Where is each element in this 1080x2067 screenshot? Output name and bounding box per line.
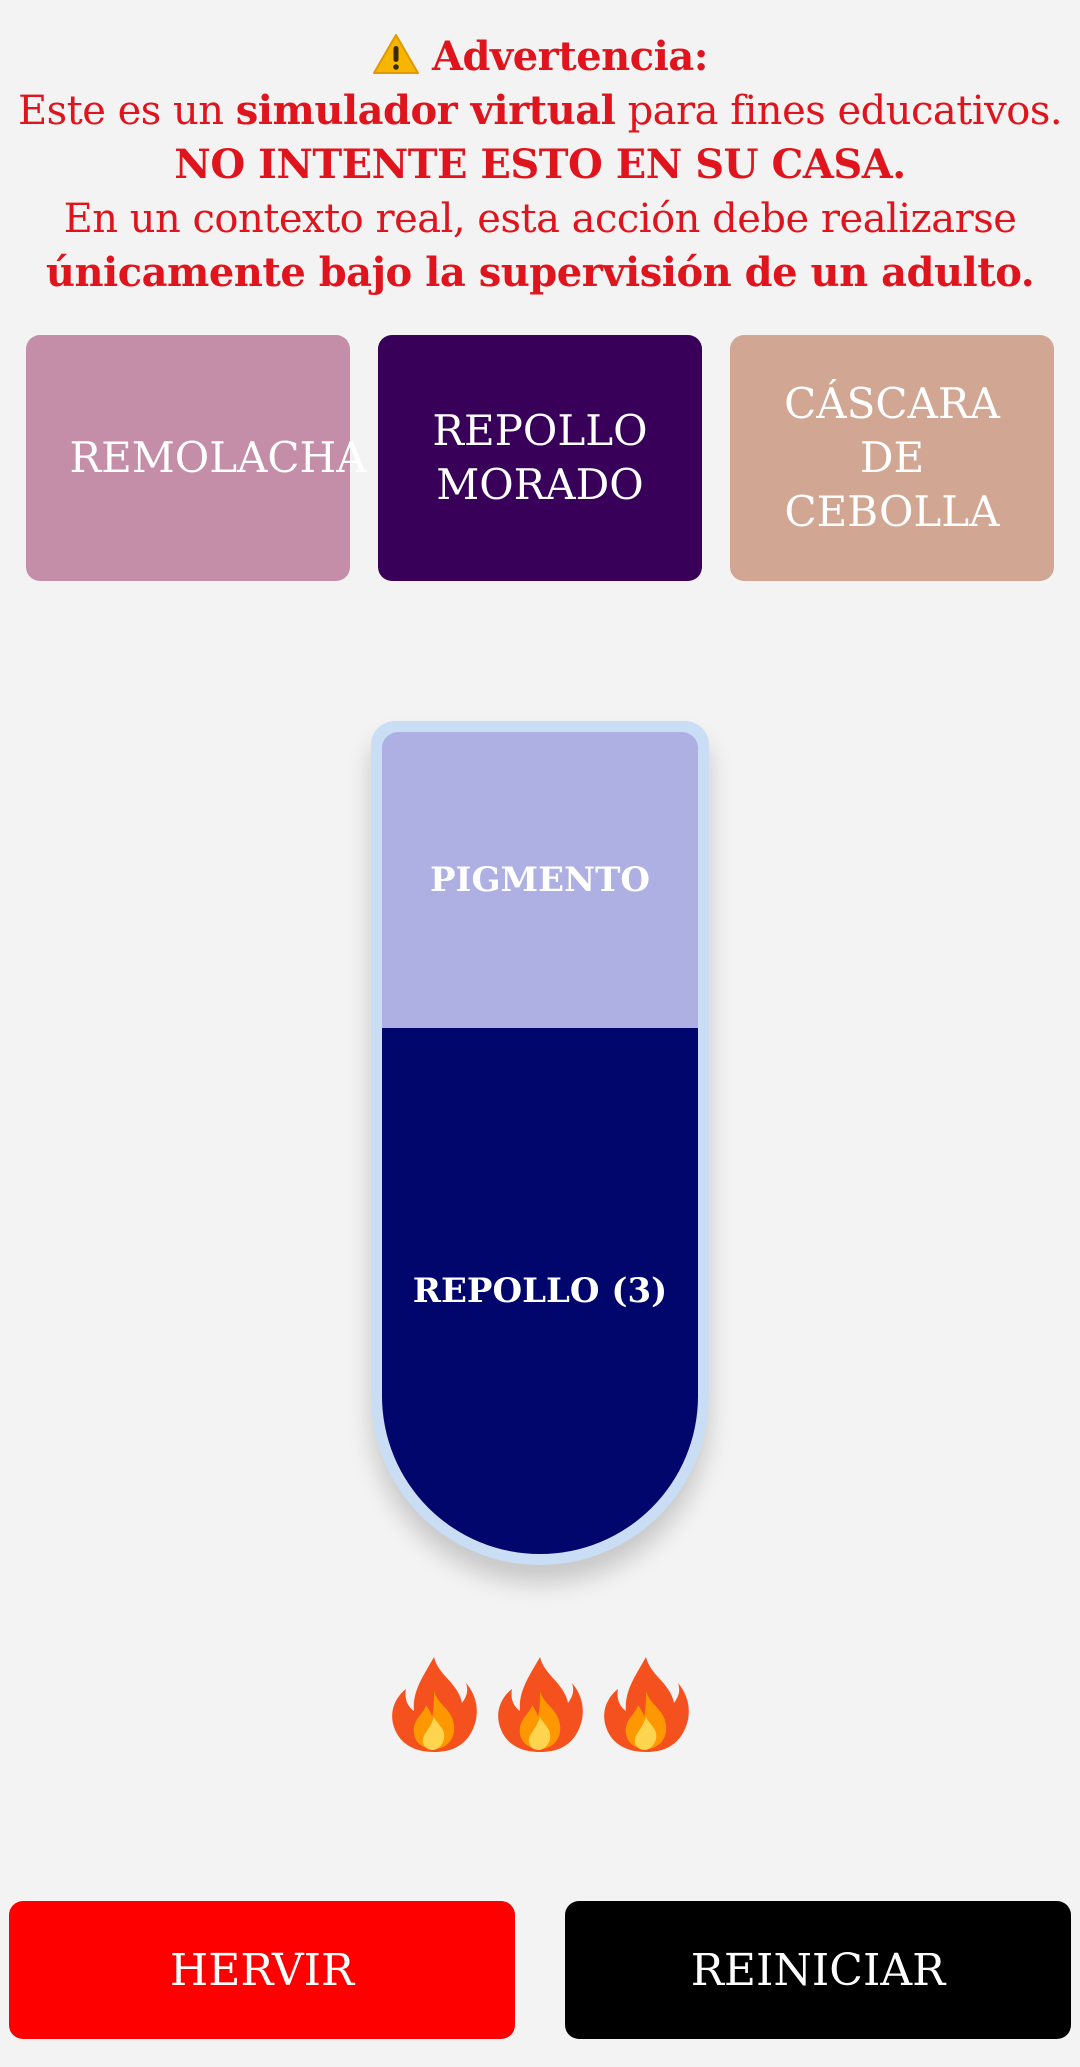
ingredient-label: REPOLLO MORADO [432,404,647,512]
warning-line-5-text: únicamente bajo la supervisión de un adu… [45,249,1035,296]
fire-icon [392,1657,477,1752]
ingredient-label: CÁSCARA DE CEBOLLA [784,377,1000,539]
ingredient-label-line: MORADO [436,460,644,509]
warning-line-2-bold: simulador virtual [235,87,616,134]
pigment-layer-label: PIGMENTO [429,860,651,900]
boil-button[interactable]: HERVIR [9,1901,515,2039]
ingredient-label-line: DE [859,433,925,482]
ingredient-label: REMOLACHA [69,433,367,482]
warning-line-3: NO INTENTE ESTO EN SU CASA. [0,138,1080,192]
test-tube: PIGMENTO REPOLLO (3) [371,721,709,1565]
liquid-layer: REPOLLO (3) [382,1028,698,1554]
warning-line-2-pre: Este es un [17,88,236,134]
liquid-layer-label: REPOLLO (3) [412,1271,668,1311]
warning-line-4: En un contexto real, esta acción debe re… [63,196,1017,242]
reset-button[interactable]: REINICIAR [565,1901,1071,2039]
ingredient-label-line: REPOLLO [432,406,648,455]
warning-line-5: únicamente bajo la supervisión de un adu… [0,246,1080,300]
test-tube-contents: PIGMENTO REPOLLO (3) [382,732,698,1554]
ingredient-button-onion-skin[interactable]: CÁSCARA DE CEBOLLA [730,335,1054,581]
ingredient-label-line: CEBOLLA [784,487,1000,536]
warning-title-line: Advertencia: [0,30,1080,84]
warning-title: Advertencia: [431,33,709,80]
warning-icon [372,34,419,74]
burner-flames [0,1655,1080,1755]
reset-button-label: REINICIAR [690,1944,946,1996]
warning-line-2-post: para fines educativos. [615,88,1063,134]
warning-line-2: Este es un simulador virtual para fines … [0,84,1080,138]
ingredient-selector: REMOLACHA REPOLLO MORADO CÁSCARA DE CEBO… [26,335,1054,581]
safety-warning: Advertencia: Este es un simulador virtua… [0,30,1080,300]
ingredient-button-red-cabbage[interactable]: REPOLLO MORADO [378,335,702,581]
simulator-screen: Advertencia: Este es un simulador virtua… [0,0,1080,2067]
pigment-layer: PIGMENTO [382,732,698,1028]
ingredient-label-line: CÁSCARA [784,379,1000,428]
ingredient-button-beet[interactable]: REMOLACHA [26,335,367,581]
boil-button-label: HERVIR [169,1944,355,1996]
fire-icon [498,1657,583,1752]
fire-icon [604,1657,689,1752]
warning-line-3-text: NO INTENTE ESTO EN SU CASA. [174,141,906,188]
